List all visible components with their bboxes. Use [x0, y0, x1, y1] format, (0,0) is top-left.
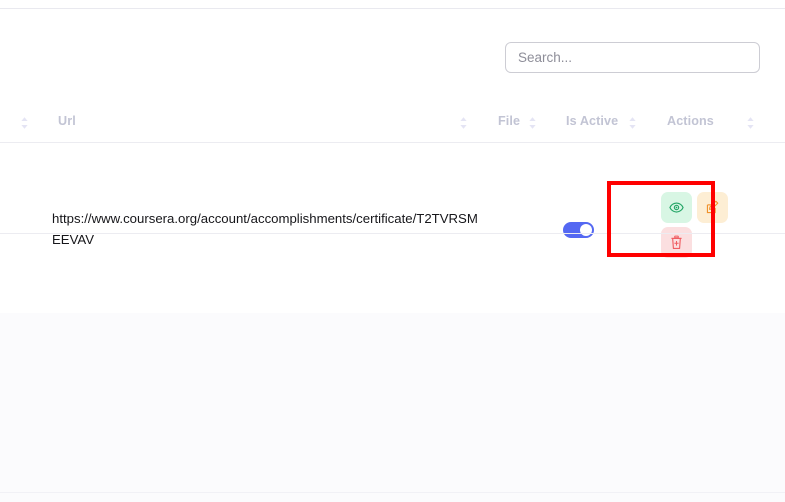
- cell-actions: [661, 192, 735, 258]
- column-header-is-active[interactable]: Is Active: [566, 114, 618, 128]
- cell-is-active: [563, 222, 594, 238]
- sort-chevrons-icon[interactable]: [459, 116, 468, 130]
- sort-chevrons-icon[interactable]: [20, 116, 29, 130]
- edit-pencil-icon: [705, 200, 720, 215]
- edit-button[interactable]: [697, 192, 728, 223]
- sort-chevrons-icon[interactable]: [746, 116, 755, 130]
- bottom-divider: [0, 492, 785, 493]
- table-row: https://www.coursera.org/account/accompl…: [0, 142, 785, 233]
- cell-url: https://www.coursera.org/account/accompl…: [52, 208, 482, 250]
- sort-chevrons-icon[interactable]: [528, 116, 537, 130]
- toggle-knob: [580, 224, 592, 236]
- is-active-toggle[interactable]: [563, 222, 594, 238]
- sort-chevrons-icon[interactable]: [628, 116, 637, 130]
- view-button[interactable]: [661, 192, 692, 223]
- column-header-actions[interactable]: Actions: [667, 114, 714, 128]
- row-divider: [0, 233, 785, 234]
- search-input[interactable]: [505, 42, 760, 73]
- data-table: Url File Is Active: [0, 104, 785, 233]
- delete-button[interactable]: [661, 227, 692, 258]
- search-row: [0, 32, 785, 82]
- column-header-url[interactable]: Url: [58, 114, 76, 128]
- table-header-row: Url File Is Active: [0, 104, 785, 142]
- page-background-lower: [0, 313, 785, 502]
- page-root: Url File Is Active: [0, 0, 785, 502]
- eye-icon: [669, 200, 684, 215]
- column-header-file[interactable]: File: [498, 114, 520, 128]
- trash-icon: [669, 235, 684, 250]
- table-body: https://www.coursera.org/account/accompl…: [0, 142, 785, 233]
